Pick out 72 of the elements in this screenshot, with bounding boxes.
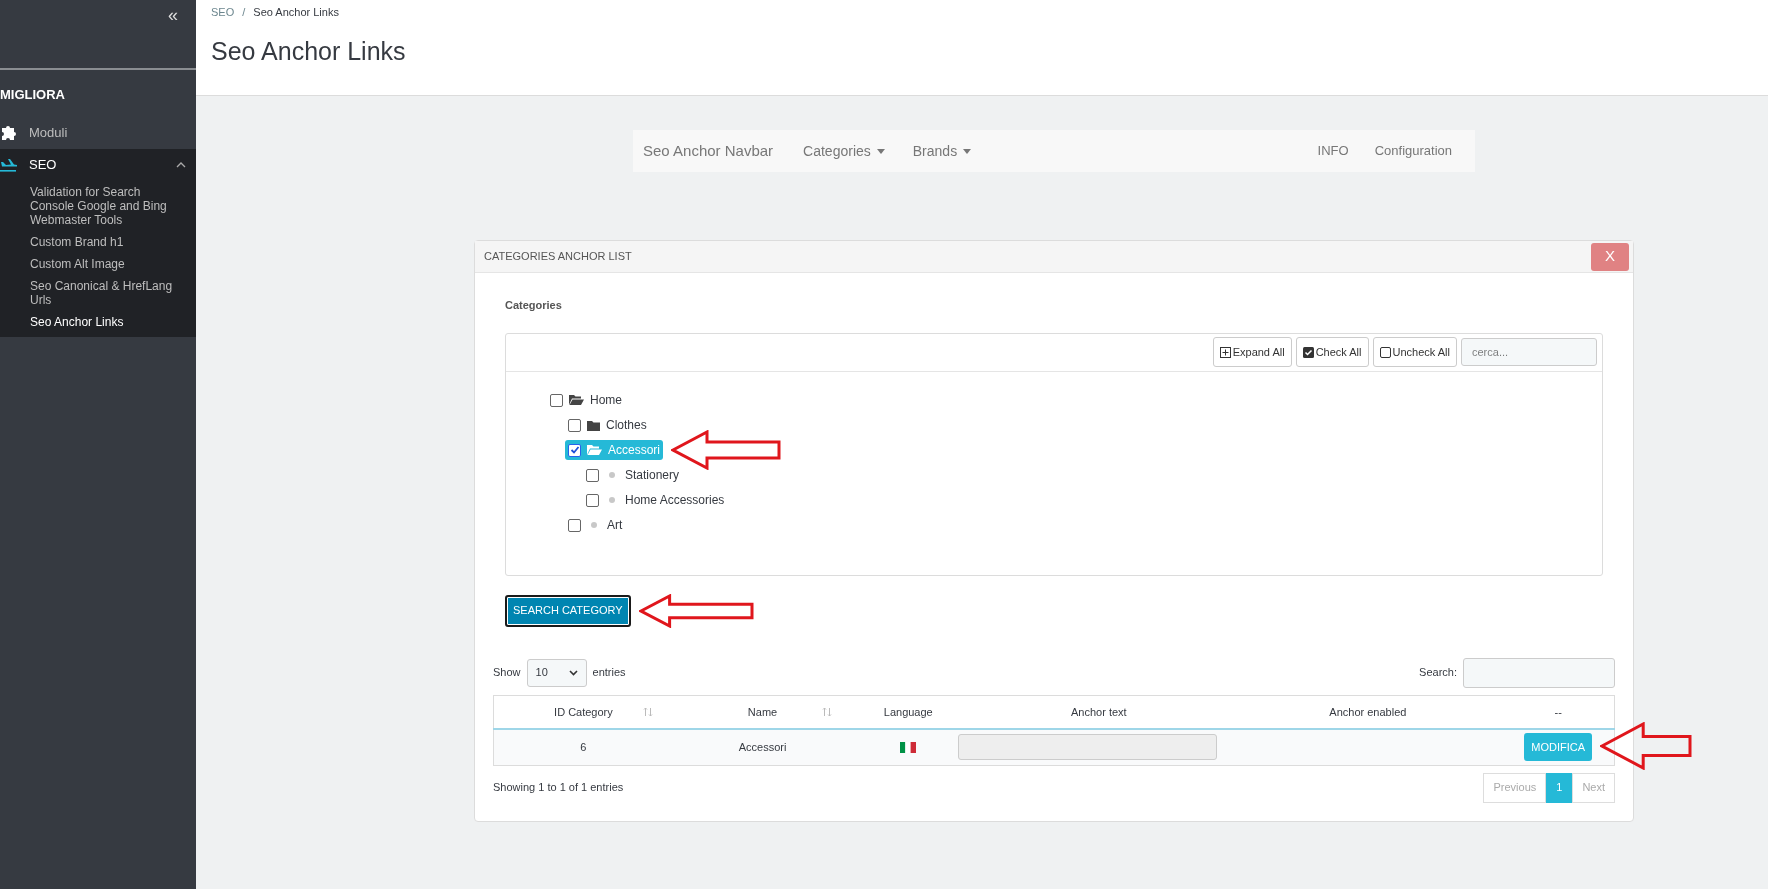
sidebar-subitem[interactable]: Custom Brand h1 [0,230,196,253]
collapse-button[interactable]: « [168,6,178,24]
sidebar-subitem[interactable]: Validation for Search Console Google and Bing Webmaster Tools [0,180,196,231]
caret-icon [963,148,972,154]
empty-square-icon [1379,346,1391,358]
tree-toolbar-button[interactable]: Check All [1295,337,1369,367]
tree-search-field[interactable]: cerca... [1461,338,1597,366]
navbar-link[interactable]: Configuration [1361,141,1465,161]
panel-title: CATEGORIES ANCHOR LIST [484,249,632,265]
tree-node[interactable]: Home Accessories [583,490,728,510]
open-folder-icon [569,394,584,406]
plane-icon [0,156,18,173]
tree-node[interactable]: Stationery [583,465,683,485]
bullet-icon [591,522,597,528]
sidebar-subitem[interactable]: Seo Canonical & HrefLang Urls [0,274,196,311]
search-label: Search: [1419,665,1457,681]
checked-square-icon [1302,346,1314,358]
tree-node-label: Accessori [608,442,660,459]
column-header[interactable]: ID Category [554,705,613,718]
tree-node[interactable]: Home [547,390,625,410]
tree-node[interactable]: Art [565,515,626,535]
puzzle-icon [0,123,18,142]
column-header: Anchor enabled [1329,705,1407,718]
flag-icon [900,741,917,753]
folder-icon [587,419,600,431]
tree-toolbar-button[interactable]: Expand All [1212,337,1292,367]
checkbox[interactable] [550,393,563,407]
table-info: Showing 1 to 1 of 1 entries [493,780,624,796]
show-label: Show [493,665,521,681]
entries-label: entries [592,665,626,681]
page-title: Seo Anchor Links [211,35,407,67]
table-cell: Accessori [738,741,787,753]
checkbox[interactable] [586,468,599,482]
checkbox[interactable] [568,443,581,457]
column-header: Anchor text [1071,705,1127,718]
bullet-icon [609,472,615,478]
navbar-brand[interactable]: Seo Anchor Navbar [643,139,794,163]
navbar-dropdown[interactable]: Categories [793,140,895,162]
caret-icon [876,148,885,154]
tree-node[interactable]: Clothes [565,415,650,435]
sidebar-item[interactable]: Moduli [0,116,196,149]
chevron-down-icon [568,669,578,676]
tree-node-label: Home Accessories [625,492,725,509]
tree-node-label: Stationery [625,467,680,484]
column-header[interactable]: Name [747,705,778,718]
sidebar-subitem[interactable]: Seo Anchor Links [0,310,196,333]
sidebar-section-title: MIGLIORA [0,86,66,104]
section-label: Categories [505,298,563,313]
checkbox[interactable] [568,518,581,532]
search-category-button[interactable]: SEARCH CATEGORY [505,594,631,627]
sidebar-subitem[interactable]: Custom Alt Image [0,252,196,275]
column-header: -- [1554,705,1562,718]
chevron-up-icon [176,161,186,168]
tree-node-label: Clothes [606,417,647,434]
checkbox[interactable] [586,493,599,507]
bullet-icon [609,497,615,503]
breadcrumb-separator: / [242,5,246,20]
table-search-field[interactable] [1463,657,1615,688]
navbar-dropdown[interactable]: Brands [902,140,982,162]
tree-node-label: Art [607,517,623,534]
column-header: Language [883,705,933,718]
checkbox[interactable] [568,418,581,432]
anchor-text-field[interactable] [958,734,1218,761]
breadcrumb-item: Seo Anchor Links [253,5,339,20]
tree-node-label: Home [590,392,622,409]
table-cell: 6 [580,741,587,753]
plus-square-icon [1219,346,1231,358]
open-folder-icon [587,444,602,456]
tree-toolbar-button[interactable]: Uncheck All [1372,337,1457,367]
entries-select[interactable]: 10 [526,658,587,687]
navbar-link[interactable]: INFO [1304,141,1362,161]
breadcrumb-item[interactable]: SEO [211,4,235,21]
